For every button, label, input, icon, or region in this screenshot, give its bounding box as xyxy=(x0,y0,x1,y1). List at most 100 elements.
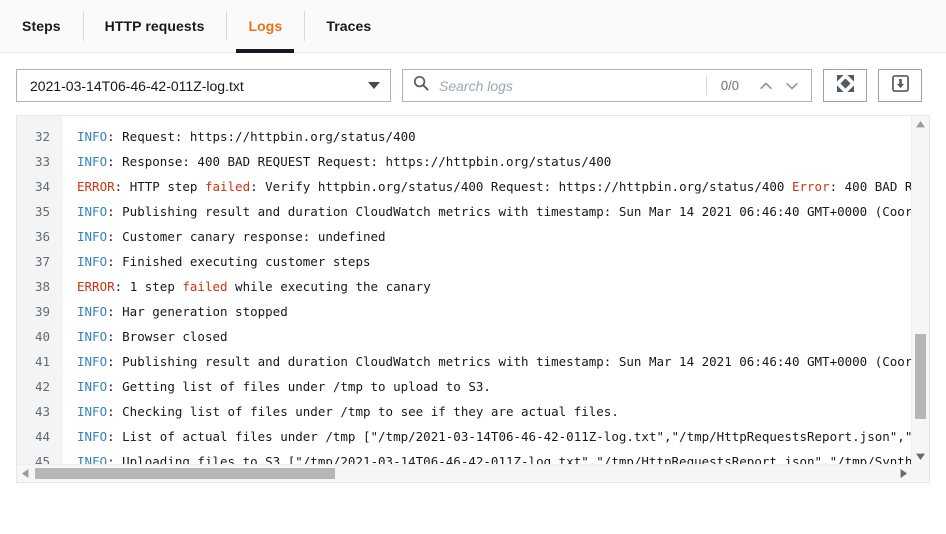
tab-http-requests[interactable]: HTTP requests xyxy=(82,0,227,52)
log-level-error: failed xyxy=(182,279,228,294)
log-message: : 1 step xyxy=(114,279,183,294)
tab-label: Logs xyxy=(248,18,283,34)
log-line-number: 38 xyxy=(17,274,63,299)
search-icon xyxy=(413,75,429,96)
log-message: : Browser closed xyxy=(107,329,228,344)
log-line: 34 ERROR: HTTP step failed: Verify httpbi… xyxy=(17,174,912,199)
log-line-text: INFO: Checking list of files under /tmp … xyxy=(63,399,619,424)
log-level-error: Error xyxy=(791,179,830,194)
log-line-number: 44 xyxy=(17,424,63,449)
log-line: 44 INFO: List of actual files under /tmp … xyxy=(17,424,912,449)
log-line-number: 32 xyxy=(17,124,63,149)
log-line-number: 36 xyxy=(17,224,63,249)
log-level-info: INFO xyxy=(77,129,108,144)
log-message: : HTTP step xyxy=(114,179,205,194)
tab-logs[interactable]: Logs xyxy=(226,0,304,53)
search-logs-box[interactable]: 0/0 xyxy=(402,69,812,102)
log-scroll-area[interactable]: 32 INFO: Request: https://httpbin.org/sta… xyxy=(17,116,912,465)
log-message: : Verify httpbin.org/status/400 Request:… xyxy=(250,179,792,194)
caret-down-icon[interactable] xyxy=(912,448,929,465)
tab-label: HTTP requests xyxy=(104,18,205,34)
scrollbar-corner xyxy=(912,465,929,482)
log-message: : Publishing result and duration CloudWa… xyxy=(107,204,912,219)
log-line-text: INFO: Response: 400 BAD REQUEST Request:… xyxy=(63,149,611,174)
log-line: 38 ERROR: 1 step failed while executing t… xyxy=(17,274,912,299)
log-message: : Getting list of files under /tmp to up… xyxy=(107,379,491,394)
log-line-text: INFO: Getting list of files under /tmp t… xyxy=(63,374,491,399)
tab-traces[interactable]: Traces xyxy=(304,0,393,52)
search-match-count: 0/0 xyxy=(720,78,739,93)
logs-toolbar: 2021-03-14T06-46-42-011Z-log.txt 0/0 xyxy=(0,53,946,115)
log-line-number: 40 xyxy=(17,324,63,349)
log-level-info: INFO xyxy=(77,329,108,344)
tab-bar: Steps HTTP requests Logs Traces xyxy=(0,0,946,53)
log-level-info: INFO xyxy=(77,354,108,369)
log-output-panel: 32 INFO: Request: https://httpbin.org/sta… xyxy=(16,115,930,483)
log-line: 33 INFO: Response: 400 BAD REQUEST Reques… xyxy=(17,149,912,174)
log-line-text: INFO: List of actual files under /tmp ["… xyxy=(63,424,912,449)
log-message: : Customer canary response: undefined xyxy=(107,229,386,244)
search-next-button[interactable] xyxy=(779,73,805,99)
log-line: 40 INFO: Browser closed xyxy=(17,324,912,349)
tab-steps[interactable]: Steps xyxy=(0,0,83,52)
log-line: 35 INFO: Publishing result and duration C… xyxy=(17,199,912,224)
log-line-text: INFO: Customer canary response: undefine… xyxy=(63,224,386,249)
log-line-number: 33 xyxy=(17,149,63,174)
log-line-number: 37 xyxy=(17,249,63,274)
log-level-info: INFO xyxy=(77,254,108,269)
log-line-list: 32 INFO: Request: https://httpbin.org/sta… xyxy=(17,116,912,465)
expand-button[interactable] xyxy=(823,69,867,102)
log-line-text: INFO: Browser closed xyxy=(63,324,228,349)
log-file-select-value: 2021-03-14T06-46-42-011Z-log.txt xyxy=(30,77,244,94)
log-message: : Response: 400 BAD REQUEST Request: htt… xyxy=(107,154,612,169)
log-line: 37 INFO: Finished executing customer step… xyxy=(17,249,912,274)
log-line-number: 43 xyxy=(17,399,63,424)
log-file-select[interactable]: 2021-03-14T06-46-42-011Z-log.txt xyxy=(16,69,391,102)
caret-up-icon[interactable] xyxy=(912,116,929,133)
log-line-text: INFO: Publishing result and duration Clo… xyxy=(63,199,912,224)
log-message: : Request: https://httpbin.org/status/40… xyxy=(107,129,416,144)
log-message: : Har generation stopped xyxy=(107,304,288,319)
log-line: 39 INFO: Har generation stopped xyxy=(17,299,912,324)
log-line-number: 39 xyxy=(17,299,63,324)
log-level-info: INFO xyxy=(77,429,108,444)
log-line: 43 INFO: Checking list of files under /tm… xyxy=(17,399,912,424)
log-message: : Publishing result and duration CloudWa… xyxy=(107,354,912,369)
log-message: while executing the canary xyxy=(227,279,431,294)
log-line-text: ERROR: 1 step failed while executing the… xyxy=(63,274,431,299)
log-line: 41 INFO: Publishing result and duration C… xyxy=(17,349,912,374)
horizontal-scrollbar[interactable] xyxy=(17,464,912,482)
download-icon xyxy=(891,74,909,97)
log-line: 36 INFO: Customer canary response: undefi… xyxy=(17,224,912,249)
log-line-text: INFO: Uploading files to S3 ["/tmp/2021-… xyxy=(63,449,912,465)
caret-right-icon[interactable] xyxy=(895,465,912,482)
log-line-number: 35 xyxy=(17,199,63,224)
log-line-number: 42 xyxy=(17,374,63,399)
log-message: : 400 BAD REQUEST xyxy=(829,179,912,194)
download-button[interactable] xyxy=(878,69,922,102)
search-input[interactable] xyxy=(437,76,706,95)
horizontal-scrollbar-thumb[interactable] xyxy=(35,468,335,479)
log-message: : Finished executing customer steps xyxy=(107,254,371,269)
log-level-info: INFO xyxy=(77,304,108,319)
log-line-number: 45 xyxy=(17,449,63,465)
chevron-down-icon xyxy=(368,82,380,89)
vertical-scrollbar[interactable] xyxy=(911,116,929,465)
tab-label: Traces xyxy=(326,18,372,34)
search-previous-button[interactable] xyxy=(753,73,779,99)
log-line-text: INFO: Request: https://httpbin.org/statu… xyxy=(63,124,416,149)
log-level-info: INFO xyxy=(77,404,108,419)
vertical-scrollbar-thumb[interactable] xyxy=(915,334,926,419)
expand-icon xyxy=(836,74,854,97)
log-line-text: ERROR: HTTP step failed: Verify httpbin.… xyxy=(63,174,912,199)
log-line: 45 INFO: Uploading files to S3 ["/tmp/202… xyxy=(17,449,912,465)
log-level-error: failed xyxy=(204,179,251,194)
log-level-info: INFO xyxy=(77,154,108,169)
tab-list: Steps HTTP requests Logs Traces xyxy=(0,0,393,53)
tab-label: Steps xyxy=(22,18,61,34)
log-level-info: INFO xyxy=(77,379,108,394)
log-line: 32 INFO: Request: https://httpbin.org/sta… xyxy=(17,124,912,149)
caret-left-icon[interactable] xyxy=(17,465,34,482)
log-line: 42 INFO: Getting list of files under /tmp… xyxy=(17,374,912,399)
log-line-text: INFO: Publishing result and duration Clo… xyxy=(63,349,912,374)
